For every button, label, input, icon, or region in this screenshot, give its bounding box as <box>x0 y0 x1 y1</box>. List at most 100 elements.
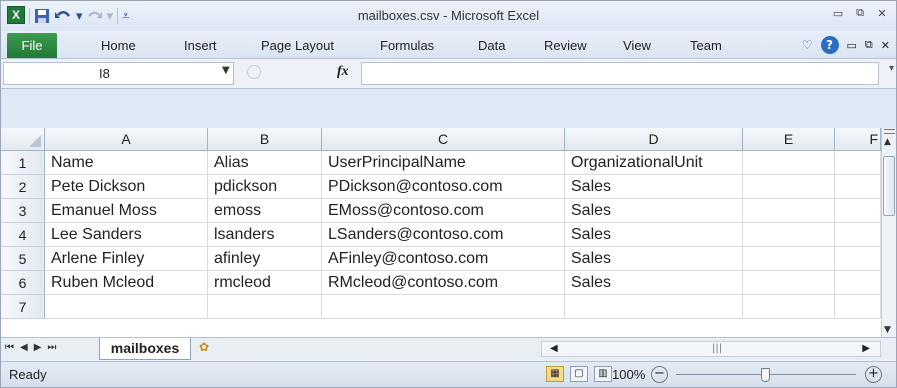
cell[interactable]: lsanders <box>208 223 322 247</box>
cell[interactable]: Sales <box>565 199 743 223</box>
cell[interactable]: EMoss@contoso.com <box>322 199 565 223</box>
split-box-icon[interactable] <box>884 129 895 134</box>
zoom-level[interactable]: 100% <box>612 367 645 382</box>
cell[interactable]: Name <box>45 151 208 175</box>
restore-icon[interactable]: ⧉ <box>852 6 868 20</box>
tab-data[interactable]: Data <box>478 36 505 56</box>
cell[interactable] <box>835 271 881 295</box>
cell[interactable] <box>743 223 835 247</box>
vertical-scroll-thumb[interactable] <box>883 156 895 216</box>
cell[interactable] <box>743 295 835 319</box>
last-sheet-icon[interactable]: ⏭ <box>47 342 56 353</box>
cell[interactable] <box>208 295 322 319</box>
workbook-minimize-icon[interactable]: ▭ <box>847 39 857 52</box>
row-header[interactable]: 1 <box>1 151 45 175</box>
minimize-icon[interactable]: ▭ <box>830 6 846 20</box>
cell[interactable] <box>835 295 881 319</box>
scroll-down-icon[interactable]: ▼ <box>884 325 891 335</box>
cell[interactable]: Lee Sanders <box>45 223 208 247</box>
cell[interactable] <box>835 151 881 175</box>
column-header-e[interactable]: E <box>743 128 835 150</box>
cell[interactable]: Sales <box>565 175 743 199</box>
column-header-a[interactable]: A <box>45 128 208 150</box>
insert-function-icon[interactable]: fx <box>337 64 349 80</box>
cell[interactable]: Sales <box>565 271 743 295</box>
cell[interactable] <box>835 223 881 247</box>
row-header[interactable]: 6 <box>1 271 45 295</box>
cell[interactable]: Alias <box>208 151 322 175</box>
scroll-up-icon[interactable]: ▲ <box>884 137 891 147</box>
cell[interactable]: emoss <box>208 199 322 223</box>
workbook-close-icon[interactable]: ✕ <box>881 39 890 52</box>
name-box-dropdown-icon[interactable]: ▼ <box>222 65 230 76</box>
cell[interactable] <box>743 199 835 223</box>
vertical-scrollbar[interactable]: ▲ ▼ <box>881 128 896 337</box>
page-break-view-icon[interactable]: ▥ <box>594 366 612 382</box>
cell[interactable] <box>743 175 835 199</box>
page-layout-view-icon[interactable]: ▢ <box>570 366 588 382</box>
first-sheet-icon[interactable]: ⏮ <box>5 342 14 353</box>
sheet-tab-mailboxes[interactable]: mailboxes <box>99 338 191 360</box>
formula-input[interactable] <box>361 62 879 85</box>
tab-file[interactable]: File <box>7 33 57 58</box>
scroll-right-icon[interactable]: ▶ <box>862 343 870 354</box>
tab-page-layout[interactable]: Page Layout <box>261 36 334 56</box>
column-header-d[interactable]: D <box>565 128 743 150</box>
zoom-in-icon[interactable]: + <box>865 366 882 383</box>
cell[interactable] <box>835 199 881 223</box>
cell[interactable]: RMcleod@contoso.com <box>322 271 565 295</box>
select-all-corner[interactable] <box>1 128 45 150</box>
expand-formula-bar-icon[interactable]: ▾ <box>889 63 894 74</box>
scroll-left-icon[interactable]: ◀ <box>550 343 558 354</box>
cell[interactable]: Sales <box>565 247 743 271</box>
help-icon[interactable]: ? <box>820 36 839 54</box>
row-header[interactable]: 4 <box>1 223 45 247</box>
close-icon[interactable]: ✕ <box>874 6 890 20</box>
prev-sheet-icon[interactable]: ◀ <box>20 342 28 353</box>
workbook-restore-icon[interactable]: ⧉ <box>865 38 873 52</box>
cell[interactable]: Pete Dickson <box>45 175 208 199</box>
row-header[interactable]: 7 <box>1 295 45 319</box>
cell[interactable]: PDickson@contoso.com <box>322 175 565 199</box>
cell[interactable]: AFinley@contoso.com <box>322 247 565 271</box>
formula-cancel-icon[interactable] <box>247 65 261 79</box>
cell[interactable]: OrganizationalUnit <box>565 151 743 175</box>
column-header-b[interactable]: B <box>208 128 322 150</box>
insert-sheet-icon[interactable]: ✿ <box>199 340 229 358</box>
cell[interactable]: LSanders@contoso.com <box>322 223 565 247</box>
cell[interactable]: pdickson <box>208 175 322 199</box>
cell[interactable] <box>743 247 835 271</box>
cell[interactable]: Arlene Finley <box>45 247 208 271</box>
cell[interactable] <box>743 151 835 175</box>
column-header-c[interactable]: C <box>322 128 565 150</box>
cell[interactable]: rmcleod <box>208 271 322 295</box>
cell[interactable] <box>565 295 743 319</box>
minimize-ribbon-icon[interactable]: ♡ <box>802 38 813 52</box>
name-box[interactable]: I8 ▼ <box>3 62 234 85</box>
cell[interactable]: afinley <box>208 247 322 271</box>
zoom-out-icon[interactable]: − <box>651 366 668 383</box>
tab-view[interactable]: View <box>623 36 651 56</box>
horizontal-scroll-thumb[interactable]: ||| <box>712 343 722 354</box>
cell[interactable]: UserPrincipalName <box>322 151 565 175</box>
row-header[interactable]: 5 <box>1 247 45 271</box>
column-header-f[interactable]: F <box>835 128 881 150</box>
normal-view-icon[interactable]: ▦ <box>546 366 564 382</box>
next-sheet-icon[interactable]: ▶ <box>34 342 42 353</box>
cell[interactable]: Sales <box>565 223 743 247</box>
horizontal-scrollbar[interactable]: ◀ ||| ▶ <box>541 341 881 357</box>
tab-team[interactable]: Team <box>690 36 722 56</box>
tab-home[interactable]: Home <box>101 36 136 56</box>
cell[interactable] <box>835 247 881 271</box>
tab-formulas[interactable]: Formulas <box>380 36 434 56</box>
tab-insert[interactable]: Insert <box>184 36 217 56</box>
cell[interactable] <box>45 295 208 319</box>
cell[interactable]: Ruben Mcleod <box>45 271 208 295</box>
cell[interactable] <box>322 295 565 319</box>
cell[interactable] <box>835 175 881 199</box>
row-header[interactable]: 3 <box>1 199 45 223</box>
zoom-slider-thumb[interactable] <box>761 368 770 382</box>
row-header[interactable]: 2 <box>1 175 45 199</box>
cell[interactable]: Emanuel Moss <box>45 199 208 223</box>
tab-review[interactable]: Review <box>544 36 587 56</box>
